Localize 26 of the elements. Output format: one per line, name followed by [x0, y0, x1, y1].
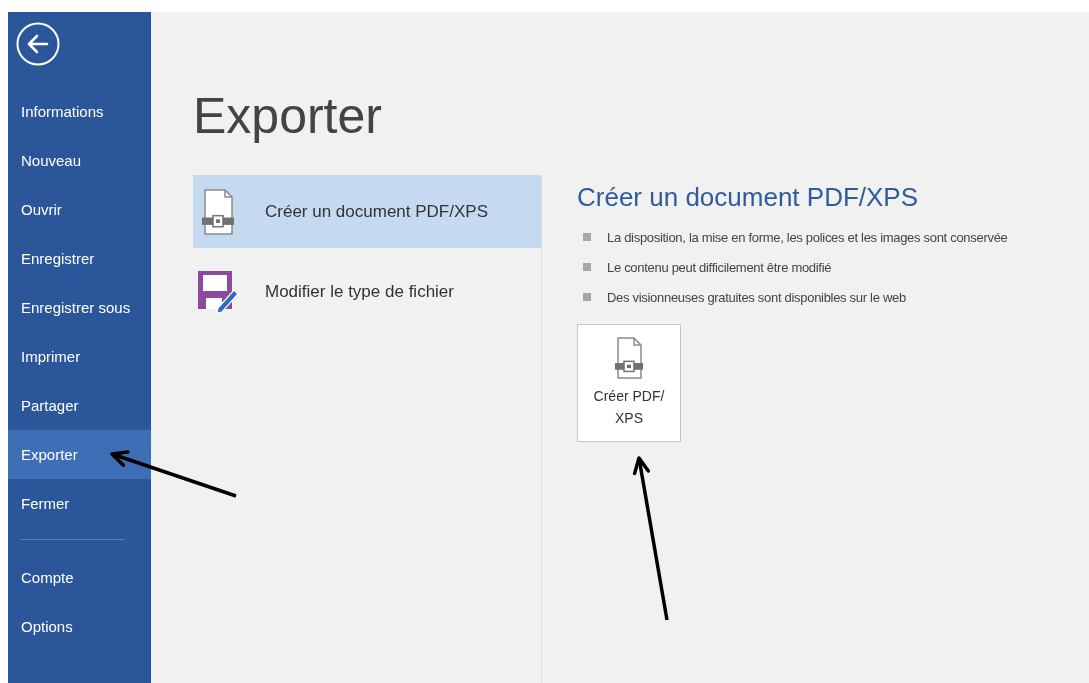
sidebar-item[interactable]: Informations	[8, 87, 151, 136]
export-option[interactable]: Créer un document PDF/XPS	[193, 175, 541, 248]
floppy-disk-pencil-icon	[197, 269, 239, 314]
sidebar-item[interactable]: Options	[8, 602, 151, 651]
sidebar-item[interactable]: Nouveau	[8, 136, 151, 185]
bullet-icon	[583, 293, 591, 301]
bullet-text: Le contenu peut difficilement être modifié	[607, 259, 832, 275]
section-title: Créer un document PDF/XPS	[577, 182, 920, 212]
page-title: Exporter	[193, 87, 383, 146]
pdf-document-icon	[201, 188, 235, 235]
bullet-text: Des visionneuses gratuites sont disponibles sur le web	[607, 289, 906, 305]
sidebar-item[interactable]: Exporter	[8, 430, 151, 479]
create-pdf-button[interactable]: Créer PDF/ XPS	[577, 324, 681, 442]
sidebar-item[interactable]: Ouvrir	[8, 185, 151, 234]
bullet-icon	[583, 233, 591, 241]
sidebar-item[interactable]: Compte	[8, 553, 151, 602]
sidebar-item[interactable]: Enregistrer	[8, 234, 151, 283]
bullet-text: La disposition, la mise en forme, les polices et les images sont conservée	[607, 229, 1008, 245]
export-option[interactable]: Modifier le type de fichier	[193, 255, 541, 328]
sidebar-item[interactable]: Enregistrer sous	[8, 283, 151, 332]
pdf-document-icon	[614, 337, 644, 379]
sidebar-item[interactable]: Fermer	[8, 479, 151, 528]
bullet-icon	[583, 263, 591, 271]
back-button[interactable]	[16, 22, 60, 66]
sidebar-item[interactable]: Partager	[8, 381, 151, 430]
sidebar-item[interactable]: Imprimer	[8, 332, 151, 381]
